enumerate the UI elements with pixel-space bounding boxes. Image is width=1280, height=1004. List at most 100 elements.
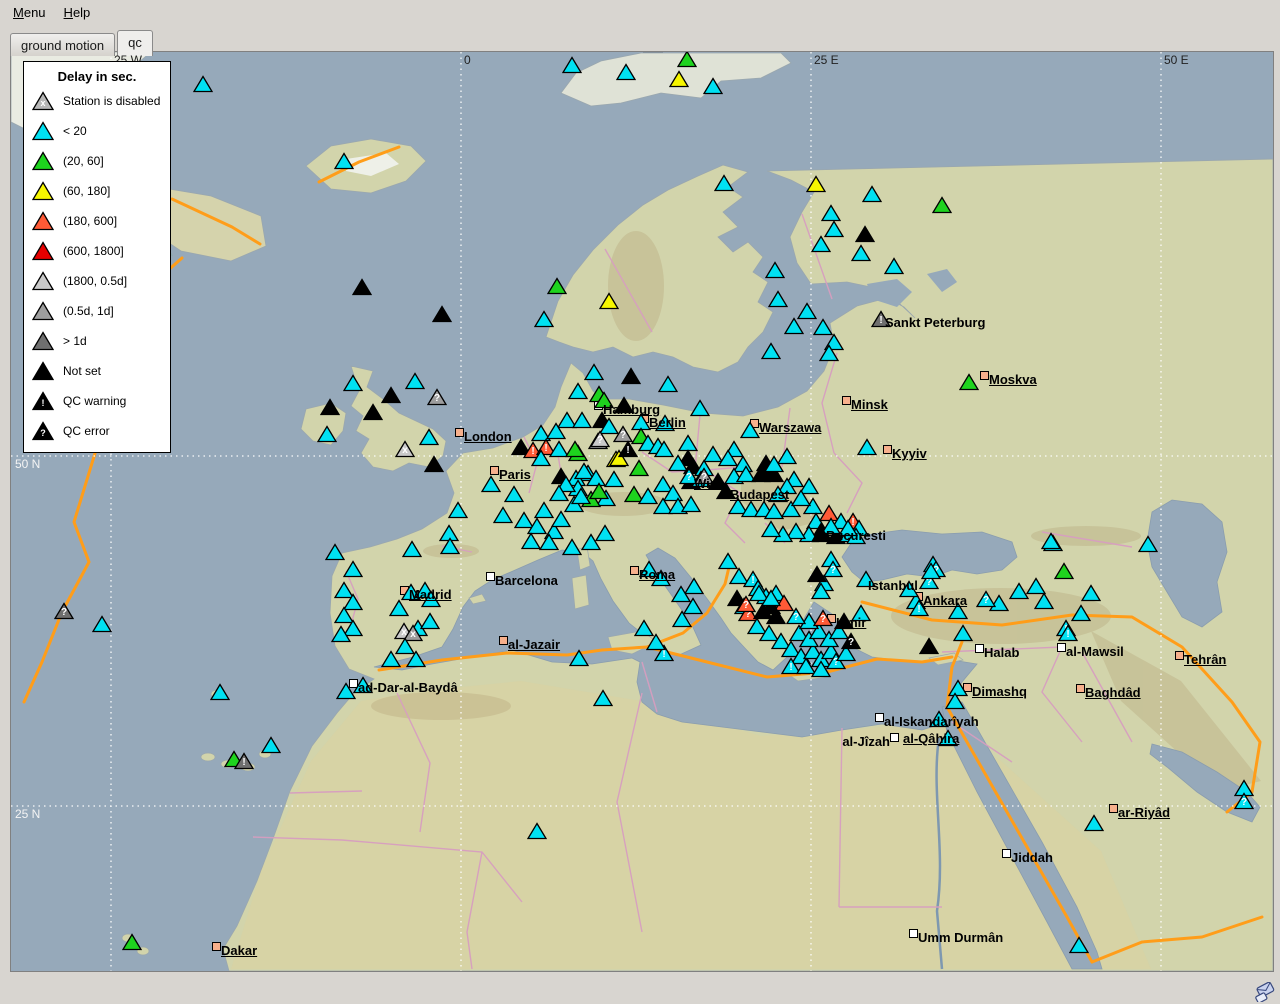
- station-marker[interactable]: [690, 399, 710, 417]
- station-marker[interactable]: [493, 506, 513, 524]
- station-marker[interactable]: [851, 244, 871, 262]
- station-marker[interactable]: [334, 152, 354, 170]
- station-marker[interactable]: [953, 624, 973, 642]
- station-marker[interactable]: [343, 560, 363, 578]
- station-marker[interactable]: [1071, 604, 1091, 622]
- station-marker[interactable]: [352, 278, 372, 296]
- station-marker[interactable]: [1054, 562, 1074, 580]
- station-marker[interactable]: ?: [841, 632, 861, 650]
- station-marker[interactable]: [1041, 532, 1061, 550]
- station-marker[interactable]: [562, 538, 582, 556]
- station-marker[interactable]: [336, 682, 356, 700]
- station-marker[interactable]: [932, 196, 952, 214]
- station-marker[interactable]: [440, 537, 460, 555]
- station-marker[interactable]: [855, 225, 875, 243]
- station-marker[interactable]: [539, 533, 559, 551]
- station-marker[interactable]: [884, 257, 904, 275]
- station-marker[interactable]: !: [234, 752, 254, 770]
- station-marker[interactable]: [547, 277, 567, 295]
- station-marker[interactable]: [92, 615, 112, 633]
- station-marker[interactable]: [1069, 936, 1089, 954]
- station-marker[interactable]: [718, 449, 738, 467]
- station-marker[interactable]: [331, 625, 351, 643]
- station-marker[interactable]: [420, 612, 440, 630]
- station-marker[interactable]: [764, 455, 784, 473]
- station-marker[interactable]: [320, 398, 340, 416]
- map-canvas[interactable]: Delay in sec. xStation is disabled< 20(2…: [11, 52, 1273, 971]
- station-marker[interactable]: [562, 56, 582, 74]
- station-marker[interactable]: ?: [427, 388, 447, 406]
- station-marker[interactable]: [921, 562, 941, 580]
- station-marker[interactable]: [621, 367, 641, 385]
- station-marker[interactable]: !: [1058, 624, 1078, 642]
- station-marker[interactable]: [819, 344, 839, 362]
- station-marker[interactable]: [572, 411, 592, 429]
- station-marker[interactable]: [765, 261, 785, 279]
- station-marker[interactable]: [714, 174, 734, 192]
- station-marker[interactable]: [389, 599, 409, 617]
- station-marker[interactable]: [527, 822, 547, 840]
- station-marker[interactable]: [646, 633, 666, 651]
- station-marker[interactable]: [571, 487, 591, 505]
- station-marker[interactable]: [595, 524, 615, 542]
- station-marker[interactable]: [1026, 577, 1046, 595]
- station-marker[interactable]: [945, 692, 965, 710]
- station-marker[interactable]: [406, 650, 426, 668]
- menu-item-help[interactable]: Help: [55, 2, 100, 23]
- station-marker[interactable]: [669, 70, 689, 88]
- station-marker[interactable]: ?: [813, 609, 833, 627]
- station-marker[interactable]: [703, 77, 723, 95]
- station-marker[interactable]: ?: [823, 560, 843, 578]
- station-marker[interactable]: [363, 403, 383, 421]
- station-marker[interactable]: [761, 520, 781, 538]
- station-marker[interactable]: [424, 455, 444, 473]
- station-marker[interactable]: ?: [54, 602, 74, 620]
- station-marker[interactable]: [599, 292, 619, 310]
- station-marker[interactable]: [629, 459, 649, 477]
- station-marker[interactable]: [419, 428, 439, 446]
- station-marker[interactable]: [402, 540, 422, 558]
- station-marker[interactable]: [551, 510, 571, 528]
- station-marker[interactable]: [1081, 584, 1101, 602]
- station-marker[interactable]: [432, 305, 452, 323]
- station-marker[interactable]: [857, 438, 877, 456]
- station-marker[interactable]: [811, 582, 831, 600]
- station-marker[interactable]: [672, 610, 692, 628]
- station-marker[interactable]: [1138, 535, 1158, 553]
- station-marker[interactable]: [549, 484, 569, 502]
- station-marker[interactable]: [681, 495, 701, 513]
- station-marker[interactable]: !: [618, 440, 638, 458]
- station-marker[interactable]: [210, 683, 230, 701]
- station-marker[interactable]: [764, 502, 784, 520]
- station-marker[interactable]: [919, 637, 939, 655]
- station-marker[interactable]: ?: [1234, 792, 1254, 810]
- station-marker[interactable]: [811, 235, 831, 253]
- station-marker[interactable]: [761, 589, 781, 607]
- station-marker[interactable]: [343, 374, 363, 392]
- station-marker[interactable]: [481, 475, 501, 493]
- station-marker[interactable]: [584, 363, 604, 381]
- station-marker[interactable]: [317, 425, 337, 443]
- station-marker[interactable]: [677, 51, 697, 68]
- station-marker[interactable]: [616, 63, 636, 81]
- station-marker[interactable]: [1084, 814, 1104, 832]
- tab-ground-motion[interactable]: ground motion: [10, 33, 115, 56]
- station-marker[interactable]: [325, 543, 345, 561]
- station-marker[interactable]: [784, 317, 804, 335]
- station-marker[interactable]: [791, 489, 811, 507]
- station-marker[interactable]: [766, 607, 786, 625]
- station-marker[interactable]: [862, 185, 882, 203]
- station-marker[interactable]: ?: [976, 590, 996, 608]
- station-marker[interactable]: [761, 342, 781, 360]
- station-marker[interactable]: [261, 736, 281, 754]
- station-marker[interactable]: [568, 382, 588, 400]
- station-marker[interactable]: [381, 650, 401, 668]
- station-marker[interactable]: [122, 933, 142, 951]
- station-marker[interactable]: [806, 175, 826, 193]
- station-marker[interactable]: [193, 75, 213, 93]
- station-marker[interactable]: [740, 421, 760, 439]
- station-marker[interactable]: [448, 501, 468, 519]
- station-marker[interactable]: [381, 386, 401, 404]
- station-marker[interactable]: x: [395, 440, 415, 458]
- station-marker[interactable]: [521, 532, 541, 550]
